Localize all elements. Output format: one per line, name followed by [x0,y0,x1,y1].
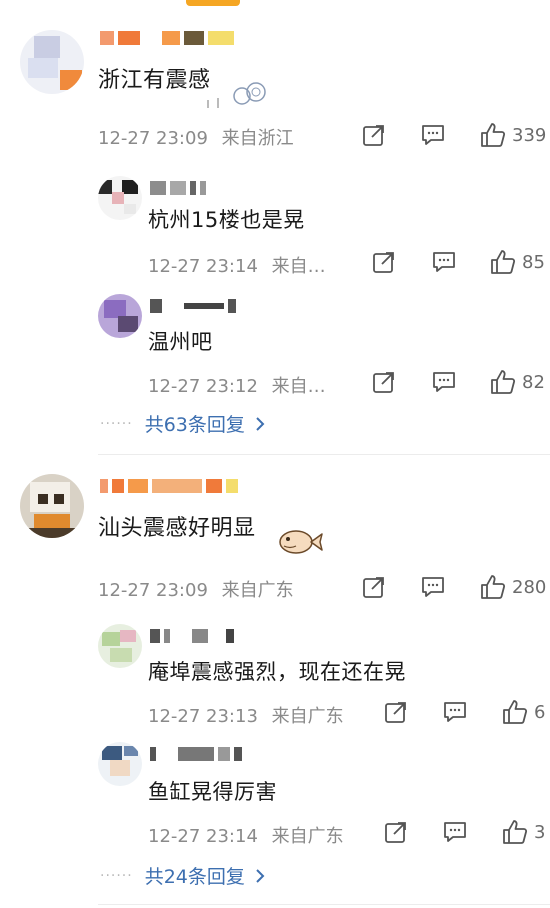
reply-time: 12-27 23:14 [148,256,258,277]
comment-button[interactable] [443,701,467,723]
comment-button[interactable] [432,371,456,393]
comment-icon [422,577,444,597]
top-indicator [186,0,240,6]
username-blurred[interactable] [100,30,234,46]
reply-time: 12-27 23:12 [148,376,258,397]
chevron-right-icon [256,868,265,883]
reply-meta: 12-27 23:14 来自… [148,252,326,278]
reply-time: 12-27 23:14 [148,826,258,847]
thumbs-up-icon [481,123,506,147]
reply-location: 来自… [271,376,326,397]
username-blurred[interactable] [100,478,238,494]
username-blurred[interactable] [150,746,242,762]
like-button[interactable]: 85 [490,249,545,275]
reply-location: 来自… [271,256,326,277]
comment-time: 12-27 23:09 [98,128,208,149]
reply-text: 鱼缸晃得厉害 [148,780,277,804]
comment-location: 来自浙江 [221,128,294,149]
reply-meta: 12-27 23:14 来自广东 [148,822,344,848]
comment-time: 12-27 23:09 [98,580,208,601]
share-button[interactable] [362,575,386,599]
comment-meta: 12-27 23:09 来自广东 [98,576,294,602]
comment-text: 汕头震感好明显 [98,516,256,541]
thumbs-up-icon [503,820,528,844]
like-count: 82 [522,371,545,393]
like-count: 280 [512,576,547,598]
share-button[interactable] [372,250,396,274]
comment-text: 浙江有震感 [98,68,211,93]
username-blurred[interactable] [150,628,234,644]
fish-sticker-icon [279,530,323,554]
reply-location: 来自广东 [271,706,344,727]
dotted-leader: ······ [100,415,133,432]
avatar[interactable] [98,742,142,786]
reply-location: 来自广东 [271,826,344,847]
like-button[interactable]: 339 [480,122,546,148]
dotted-leader: ······ [100,867,133,884]
share-button[interactable] [384,820,408,844]
comment-button[interactable] [421,124,445,146]
reply-meta: 12-27 23:13 来自广东 [148,702,344,728]
comment-icon [444,822,466,842]
reply-time: 12-27 23:13 [148,706,258,727]
comment-location: 来自广东 [221,580,294,601]
flower-sticker-icon [207,82,266,108]
thumbs-up-icon [491,370,516,394]
reply-text: 庵埠震感强烈，现在还在晃 [148,660,406,684]
like-button[interactable]: 82 [490,369,545,395]
share-button[interactable] [372,370,396,394]
comment-button[interactable] [432,251,456,273]
comment-icon [444,702,466,722]
reply-meta: 12-27 23:12 来自… [148,372,326,398]
like-button[interactable]: 6 [502,699,545,725]
like-count: 6 [534,701,546,723]
share-icon [385,822,406,843]
comment-button[interactable] [443,821,467,843]
more-replies-label: 共24条回复 [144,866,245,888]
username-blurred[interactable] [150,180,206,196]
comment-icon [433,252,455,272]
reply-text: 杭州15楼也是晃 [148,208,305,232]
share-icon [363,577,384,598]
like-count: 3 [534,821,546,843]
more-replies-label: 共63条回复 [144,414,245,436]
thumbs-up-icon [481,575,506,599]
avatar[interactable] [98,624,142,668]
share-icon [363,125,384,146]
share-button[interactable] [362,123,386,147]
username-blurred[interactable] [150,298,236,314]
more-replies-link[interactable]: ······ 共24条回复 [100,862,265,889]
avatar[interactable] [20,30,84,94]
divider [98,904,550,905]
comment-meta: 12-27 23:09 来自浙江 [98,124,294,150]
comment-button[interactable] [421,576,445,598]
comment-icon [433,372,455,392]
share-button[interactable] [384,700,408,724]
like-count: 339 [512,124,547,146]
like-button[interactable]: 3 [502,819,545,845]
chevron-right-icon [256,416,265,431]
like-count: 85 [522,251,545,273]
share-icon [373,252,394,273]
thumbs-up-icon [491,250,516,274]
divider [98,454,550,455]
more-replies-link[interactable]: ······ 共63条回复 [100,410,265,437]
share-icon [385,702,406,723]
avatar[interactable] [98,176,142,220]
avatar[interactable] [98,294,142,338]
like-button[interactable]: 280 [480,574,546,600]
avatar[interactable] [20,474,84,538]
reply-text: 温州吧 [148,330,213,354]
thumbs-up-icon [503,700,528,724]
comment-icon [422,125,444,145]
share-icon [373,372,394,393]
